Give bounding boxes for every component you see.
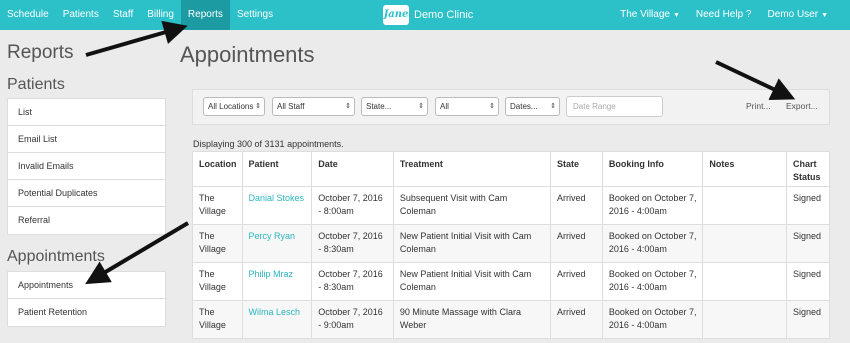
arrow-to-export: [715, 60, 796, 101]
arrow-to-reports: [85, 20, 188, 57]
arrow-to-appointments: [85, 221, 190, 285]
annotation-arrows: [85, 20, 796, 285]
